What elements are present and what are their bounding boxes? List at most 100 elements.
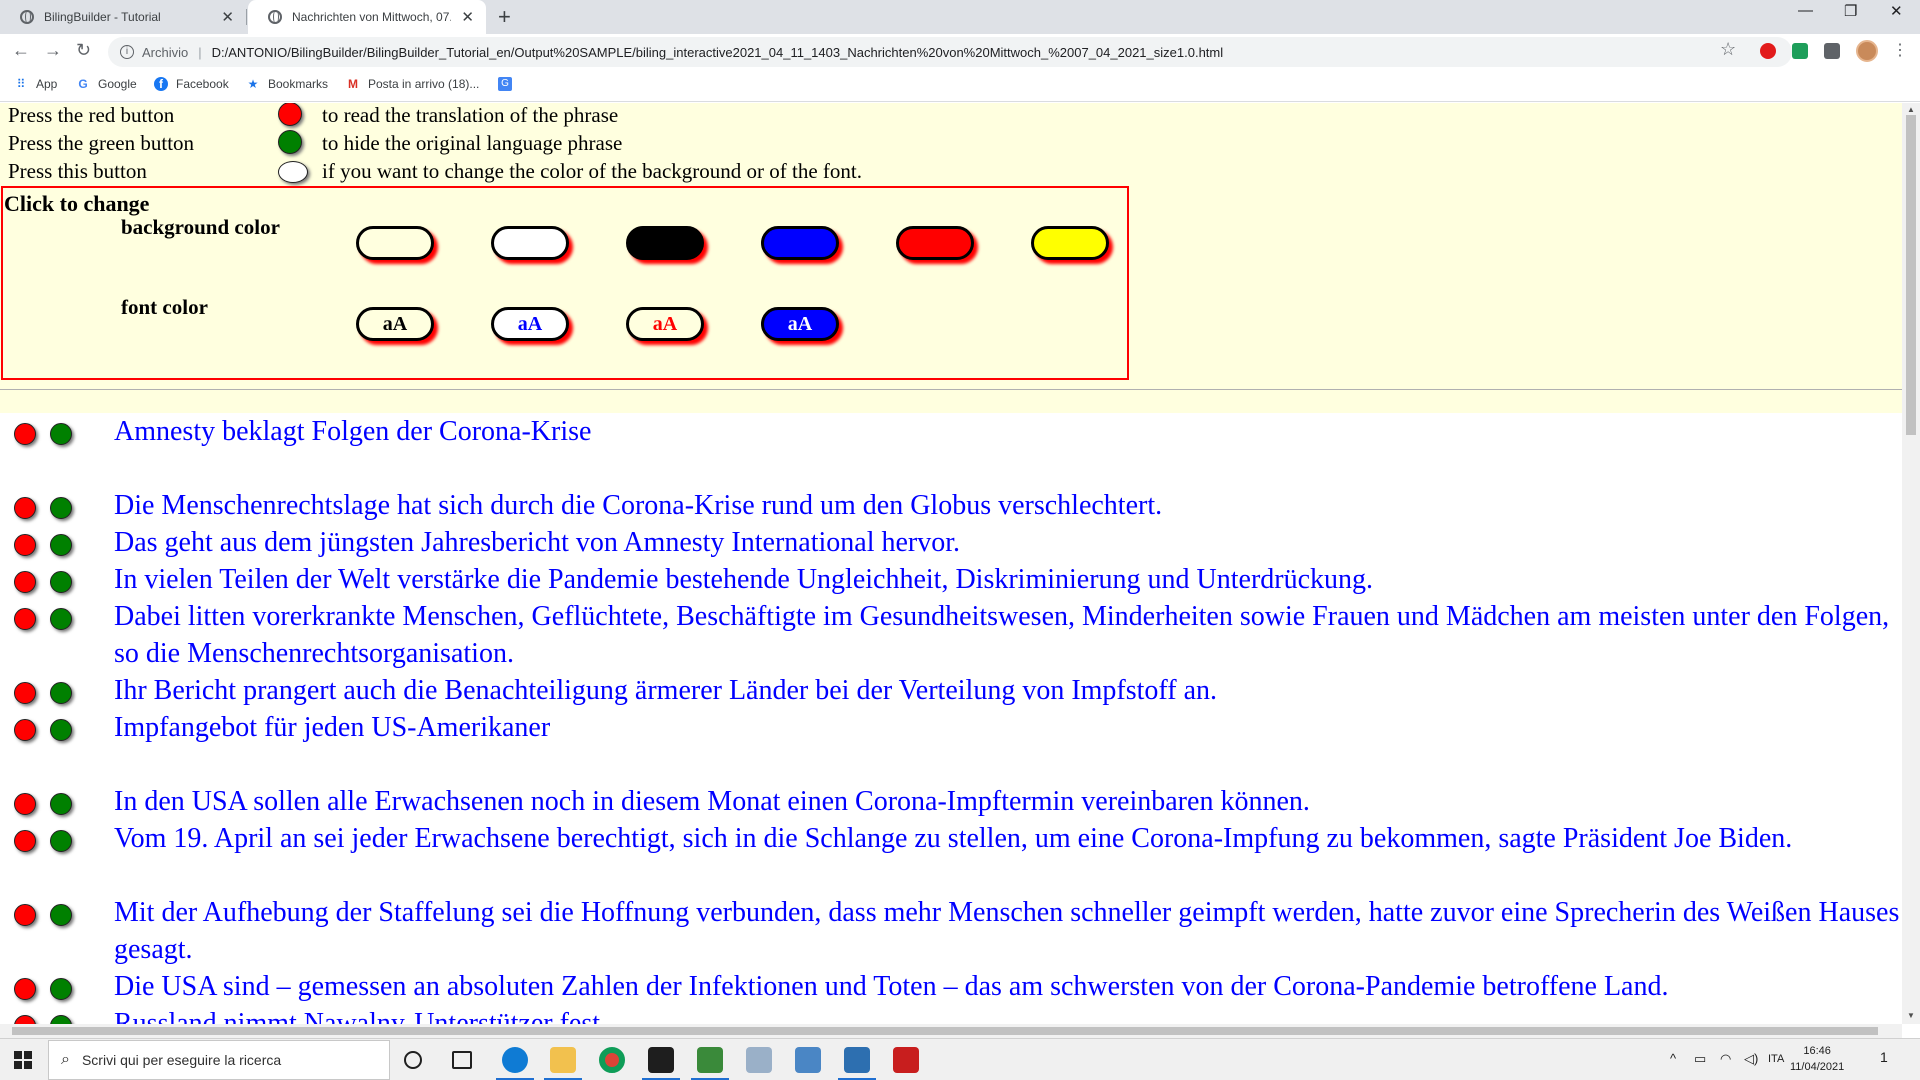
sentence-text: In vielen Teilen der Welt verstärke die …	[114, 564, 1374, 595]
translate-red-button[interactable]	[14, 571, 36, 593]
task-view-icon[interactable]	[452, 1051, 472, 1069]
bookmark-bookmarks[interactable]: ★ Bookmarks	[246, 77, 328, 91]
chevron-up-icon[interactable]: ^	[1670, 1051, 1676, 1066]
bookmark-translate[interactable]: G	[498, 77, 520, 91]
back-arrow-icon[interactable]: ←	[12, 40, 30, 61]
restore-icon[interactable]: ❐	[1844, 2, 1857, 20]
bg-swatch-red[interactable]	[896, 226, 974, 260]
close-icon[interactable]: ✕	[461, 8, 474, 26]
scrollbar-thumb[interactable]	[1906, 115, 1916, 435]
translate-red-button[interactable]	[14, 719, 36, 741]
hide-green-button[interactable]	[50, 534, 72, 556]
sentence-text: Die USA sind – gemessen an absoluten Zah…	[114, 971, 1669, 1002]
font-color-white-button[interactable]: aA	[761, 307, 839, 341]
tab-nachrichten[interactable]: Nachrichten von Mittwoch, 07.04 ✕	[248, 0, 486, 34]
tab-divider	[246, 9, 247, 25]
info-icon[interactable]: i	[120, 45, 134, 59]
taskbar-search[interactable]: ⌕ Scrivi qui per eseguire la ricerca	[48, 1040, 390, 1080]
hide-green-button[interactable]	[50, 423, 72, 445]
font-color-black-button[interactable]: aA	[356, 307, 434, 341]
bookmark-star-icon[interactable]: ☆	[1720, 39, 1736, 60]
cortana-icon[interactable]	[404, 1051, 422, 1069]
acrobat-icon[interactable]	[893, 1047, 919, 1073]
color-change-panel: Click to change background color font co…	[1, 186, 1129, 380]
bookmark-apps[interactable]: ⠿ App	[14, 77, 58, 91]
translate-red-button[interactable]	[14, 497, 36, 519]
hide-green-button[interactable]	[50, 608, 72, 630]
vertical-scrollbar[interactable]: ▲ ▼	[1902, 103, 1920, 1024]
puzzle-extensions-icon[interactable]	[1824, 43, 1840, 59]
notepad-icon[interactable]	[691, 1047, 729, 1080]
profile-avatar[interactable]	[1856, 40, 1878, 62]
language-indicator[interactable]: ITA	[1768, 1053, 1784, 1065]
globe-icon	[20, 10, 34, 24]
app-icon[interactable]	[795, 1047, 821, 1073]
hide-green-button[interactable]	[50, 497, 72, 519]
scroll-up-icon[interactable]: ▲	[1907, 105, 1915, 114]
panel-title: Click to change	[4, 191, 150, 216]
hide-green-button[interactable]	[50, 571, 72, 593]
file-explorer-icon[interactable]	[544, 1047, 582, 1080]
notifications-icon[interactable]: 1	[1880, 1049, 1888, 1065]
opera-extension-icon[interactable]	[1760, 43, 1776, 59]
hide-green-button[interactable]	[50, 830, 72, 852]
translate-red-button[interactable]	[14, 904, 36, 926]
font-color-red-button[interactable]: aA	[626, 307, 704, 341]
bg-swatch-blue[interactable]	[761, 226, 839, 260]
bookmark-label: Posta in arrivo (18)...	[368, 77, 480, 91]
translate-red-button[interactable]	[14, 534, 36, 556]
tab-bilingbuilder-tutorial[interactable]: BilingBuilder - Tutorial ✕	[0, 0, 246, 34]
close-icon[interactable]: ✕	[221, 8, 234, 26]
address-scheme: Archivio	[142, 44, 189, 60]
minimize-icon[interactable]: —	[1798, 2, 1813, 19]
photos-icon[interactable]	[838, 1047, 876, 1080]
divider-line	[0, 389, 1902, 390]
address-bar[interactable]: i Archivio | D:/ANTONIO/BilingBuilder/Bi…	[108, 37, 1792, 67]
bg-swatch-yellow[interactable]	[1031, 226, 1109, 260]
translate-red-button[interactable]	[14, 682, 36, 704]
translate-red-button[interactable]	[14, 793, 36, 815]
translate-red-button[interactable]	[14, 423, 36, 445]
device-icon[interactable]: ▭	[1694, 1051, 1706, 1067]
bookmark-google[interactable]: G Google	[76, 77, 136, 91]
bg-swatch-cream[interactable]	[356, 226, 434, 260]
hide-green-button[interactable]	[50, 719, 72, 741]
chrome-icon[interactable]	[599, 1047, 625, 1073]
bookmark-facebook[interactable]: f Facebook	[154, 77, 229, 91]
hide-green-button[interactable]	[50, 978, 72, 1000]
bg-swatch-white[interactable]	[491, 226, 569, 260]
close-window-icon[interactable]: ✕	[1890, 2, 1903, 20]
menu-dots-icon[interactable]: ⋮	[1892, 40, 1908, 60]
wifi-icon[interactable]: ◠	[1720, 1051, 1731, 1067]
terminal-icon[interactable]	[642, 1047, 680, 1080]
font-color-blue-button[interactable]: aA	[491, 307, 569, 341]
translate-red-button[interactable]	[14, 608, 36, 630]
reload-icon[interactable]: ↻	[76, 40, 91, 61]
tab-title: Nachrichten von Mittwoch, 07.04	[292, 10, 452, 24]
address-divider: |	[198, 44, 202, 60]
forward-arrow-icon[interactable]: →	[44, 40, 62, 61]
scroll-down-icon[interactable]: ▼	[1907, 1011, 1915, 1020]
edge-icon[interactable]	[496, 1047, 534, 1080]
clock[interactable]: 16:46 11/04/2021	[1790, 1043, 1844, 1075]
bookmark-gmail[interactable]: M Posta in arrivo (18)...	[346, 77, 479, 91]
hide-green-button[interactable]	[50, 1015, 72, 1024]
horizontal-scrollbar[interactable]	[0, 1024, 1902, 1038]
toggle-color-panel-button[interactable]	[278, 161, 308, 183]
translate-red-button[interactable]	[14, 830, 36, 852]
search-placeholder: Scrivi qui per eseguire la ricerca	[81, 1052, 282, 1068]
hide-green-button[interactable]	[50, 904, 72, 926]
volume-icon[interactable]: ◁)	[1744, 1051, 1758, 1067]
bg-swatch-black[interactable]	[626, 226, 704, 260]
hide-green-button[interactable]	[50, 793, 72, 815]
hide-green-button[interactable]	[50, 682, 72, 704]
scrollbar-thumb[interactable]	[12, 1027, 1878, 1035]
translate-red-button[interactable]	[14, 978, 36, 1000]
sentence-text: Die Menschenrechtslage hat sich durch di…	[114, 490, 1163, 521]
new-tab-button[interactable]: +	[498, 4, 511, 30]
translate-red-button[interactable]	[14, 1015, 36, 1024]
font-color-label: font color	[121, 295, 208, 319]
tool-icon[interactable]	[746, 1047, 772, 1073]
shield-extension-icon[interactable]	[1792, 43, 1808, 59]
windows-start-icon[interactable]	[14, 1051, 32, 1069]
